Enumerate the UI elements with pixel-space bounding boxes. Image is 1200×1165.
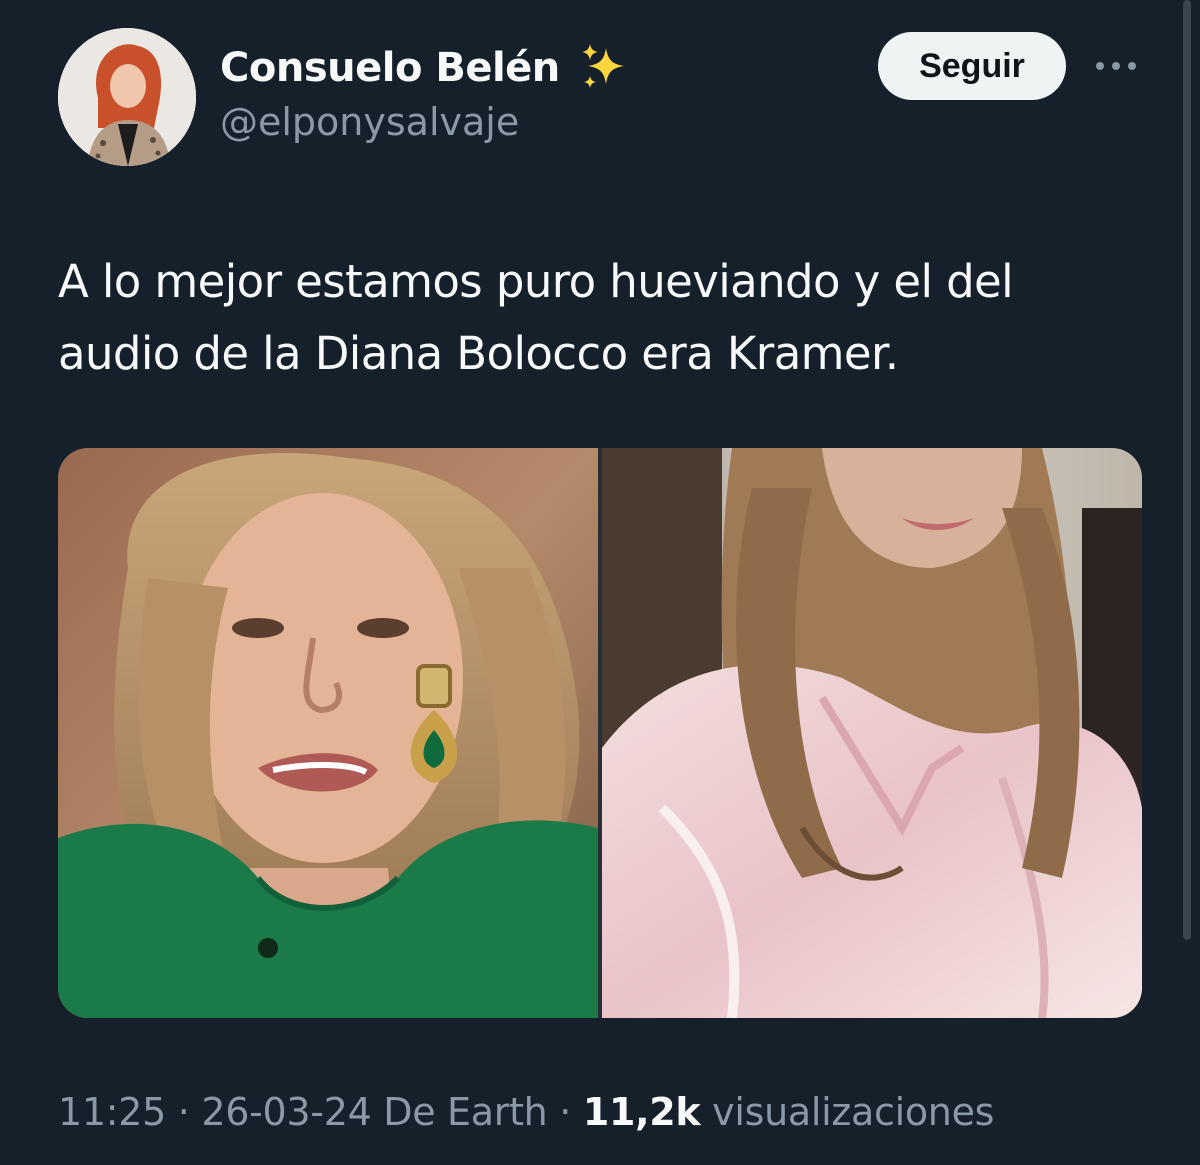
follow-button[interactable]: Seguir	[878, 32, 1066, 100]
meta-separator: ·	[177, 1090, 190, 1134]
avatar-image	[58, 28, 196, 166]
tweet-meta: 11:25 · 26-03-24 De Earth · 11,2k visual…	[58, 1090, 994, 1134]
more-options-button[interactable]	[1088, 44, 1144, 88]
avatar[interactable]	[58, 28, 196, 166]
tweet-date[interactable]: 26-03-24	[201, 1090, 371, 1134]
views-count: 11,2k	[582, 1090, 701, 1134]
meta-separator: ·	[559, 1090, 572, 1134]
photo-right-image	[602, 448, 1142, 1018]
tweet-time[interactable]: 11:25	[58, 1090, 166, 1134]
display-name[interactable]: Consuelo Belén	[220, 45, 560, 91]
media-photo-left[interactable]	[58, 448, 598, 1018]
tweet: Consuelo Belén @elponysalvaje Seguir A l…	[0, 0, 1200, 1165]
more-horizontal-icon	[1096, 62, 1136, 70]
media-grid	[58, 448, 1142, 1018]
tweet-text: A lo mejor estamos puro hueviando y el d…	[58, 246, 1138, 390]
author-handle[interactable]: @elponysalvaje	[220, 100, 519, 144]
photo-left-image	[58, 448, 598, 1018]
tweet-text-line: A lo mejor estamos puro hueviando y el d…	[58, 255, 1014, 308]
tweet-text-line: audio de la Diana Bolocco era Kramer.	[58, 327, 899, 380]
scrollbar[interactable]	[1183, 0, 1191, 940]
views-label: visualizaciones	[712, 1090, 995, 1134]
sparkles-icon	[581, 44, 624, 88]
author-name-row: Consuelo Belén	[220, 40, 632, 96]
media-photo-right[interactable]	[602, 448, 1142, 1018]
tweet-source: De Earth	[383, 1090, 548, 1134]
